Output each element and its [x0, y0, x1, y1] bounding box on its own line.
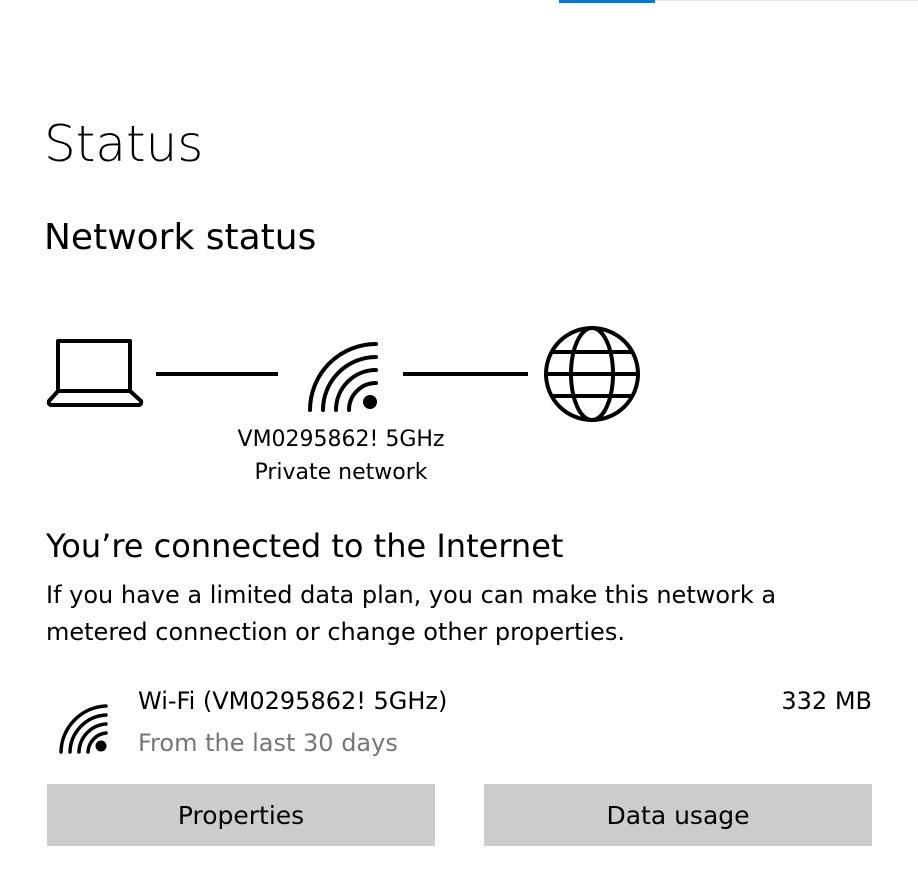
- adapter-data-usage: 332 MB: [781, 687, 872, 715]
- network-status-heading: Network status: [44, 217, 317, 258]
- network-type: Private network: [254, 460, 428, 485]
- connection-status-heading: You’re connected to the Internet: [46, 527, 564, 565]
- connector-line-right: [403, 372, 528, 376]
- globe-icon: [544, 326, 640, 422]
- network-diagram: [0, 300, 918, 430]
- selected-tab-indicator: [559, 0, 655, 3]
- header-divider: [655, 0, 918, 1]
- wifi-icon: [59, 704, 108, 754]
- connector-line-left: [156, 372, 278, 376]
- page-title: Status: [44, 115, 204, 173]
- connection-description: If you have a limited data plan, you can…: [46, 581, 777, 646]
- wifi-icon: [308, 342, 378, 412]
- network-status-page: Status Network status VM0295862! 5GHz Pr…: [0, 0, 918, 870]
- adapter-usage-period: From the last 30 days: [138, 729, 398, 757]
- data-usage-button[interactable]: Data usage: [484, 784, 872, 846]
- properties-button[interactable]: Properties: [47, 784, 435, 846]
- laptop-icon: [46, 339, 144, 407]
- network-name: VM0295862! 5GHz: [237, 427, 445, 452]
- adapter-name: Wi-Fi (VM0295862! 5GHz): [138, 687, 448, 715]
